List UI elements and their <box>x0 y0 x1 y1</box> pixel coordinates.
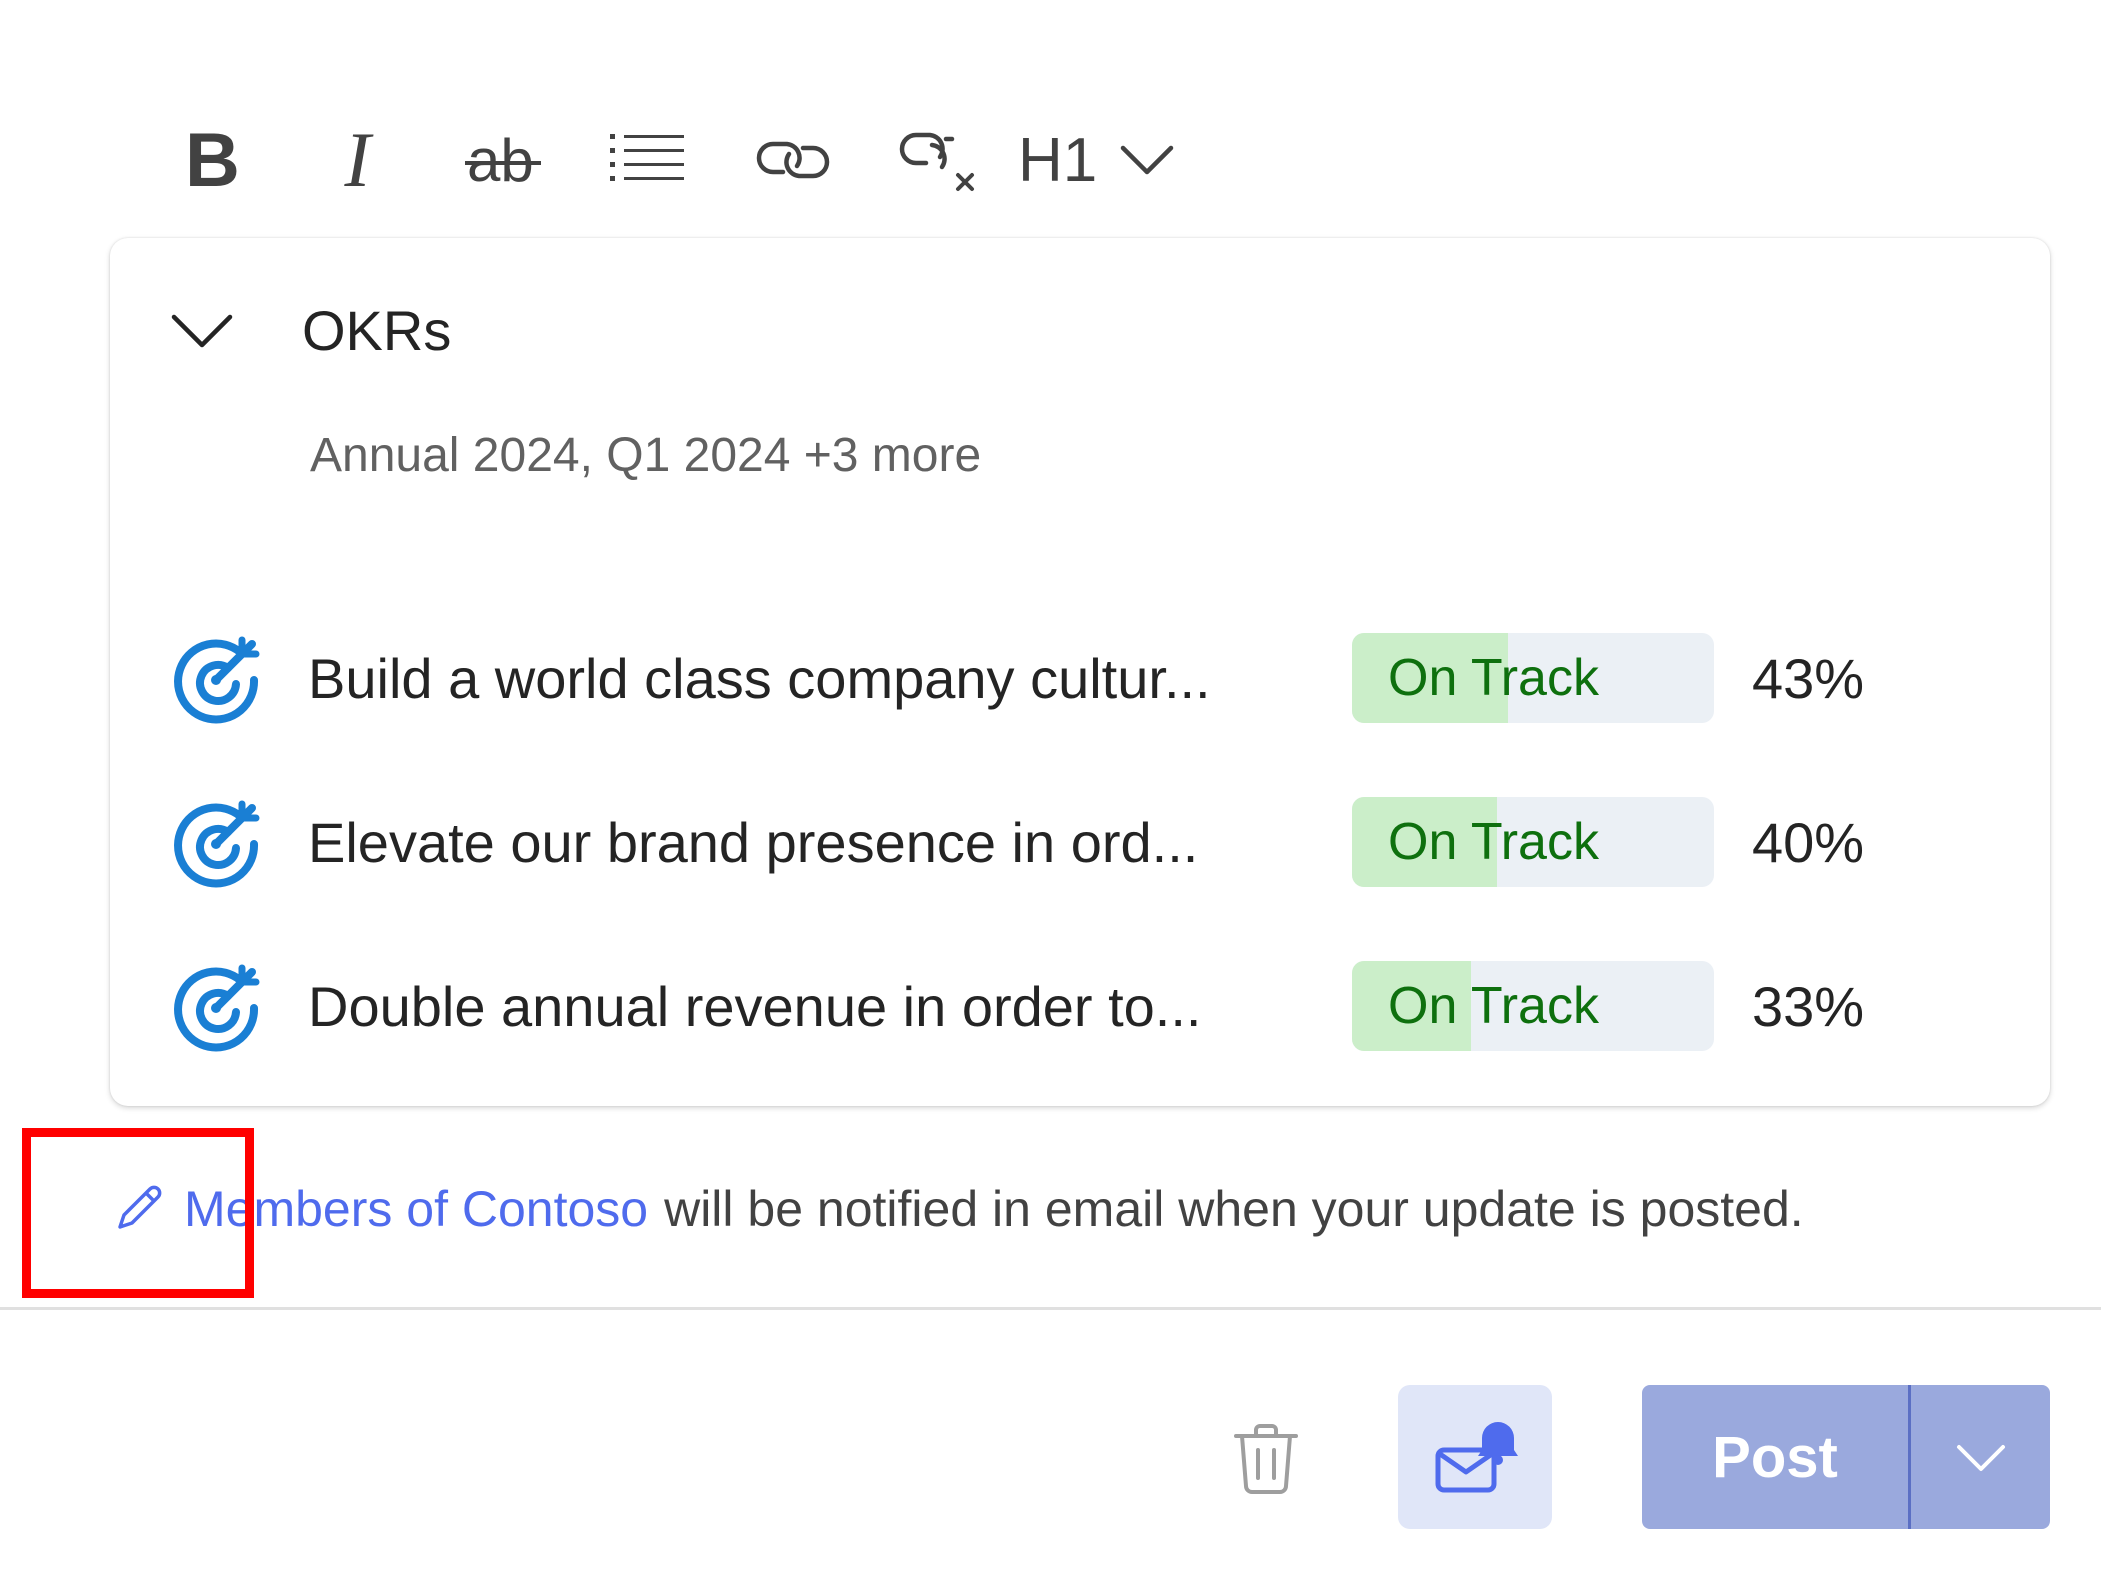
objective-target-icon <box>174 636 260 724</box>
post-split-button: Post <box>1642 1385 2050 1529</box>
mail-bell-icon <box>1435 1422 1518 1493</box>
bold-icon: B <box>185 117 240 203</box>
divider <box>0 1307 2101 1310</box>
insert-link-button[interactable] <box>720 100 865 220</box>
svg-text:ab: ab <box>467 127 534 194</box>
link-icon <box>756 141 829 179</box>
remove-link-icon <box>899 132 974 191</box>
objective-target-icon <box>174 964 260 1052</box>
chevron-down-icon <box>1956 1445 2005 1471</box>
okr-item-title: Elevate our brand presence in ord... <box>308 810 1199 874</box>
okr-card-subtitle: Annual 2024, Q1 2024 +3 more <box>310 429 982 482</box>
post-options-dropdown[interactable] <box>1911 1385 2050 1529</box>
strikethrough-icon: ab <box>464 127 541 194</box>
post-button[interactable]: Post <box>1642 1385 1908 1529</box>
okr-item[interactable]: Elevate our brand presence in ord... On … <box>170 760 2010 924</box>
progress-percent: 43% <box>1752 646 1865 710</box>
highlight-box <box>22 1128 254 1298</box>
heading-dropdown[interactable]: H1 <box>1018 100 1175 220</box>
okr-item-title: Double annual revenue in order to... <box>308 974 1202 1038</box>
status-label: On Track <box>1388 649 1599 707</box>
chevron-down-icon <box>1121 145 1174 175</box>
status-label: On Track <box>1388 813 1599 871</box>
objective-target-icon <box>174 800 260 888</box>
bold-button[interactable]: B <box>140 100 285 220</box>
okr-card-title: OKRs <box>302 299 452 362</box>
strikethrough-button[interactable]: ab <box>430 100 575 220</box>
update-composer: B I ab H1 OKRs Annual 2024, Q1 2024 +3 m… <box>0 0 2101 1584</box>
status-label: On Track <box>1388 977 1599 1035</box>
email-notification-button[interactable] <box>1398 1385 1552 1529</box>
status-progress-bar: On Track <box>1352 961 1714 1051</box>
status-progress-bar: On Track <box>1352 797 1714 887</box>
remove-link-button[interactable] <box>865 100 1010 220</box>
okr-item-title: Build a world class company cultur... <box>308 646 1211 710</box>
collapse-chevron-icon <box>171 314 233 347</box>
okr-item[interactable]: Double annual revenue in order to... On … <box>170 924 2010 1088</box>
progress-percent: 40% <box>1752 810 1865 874</box>
okr-list: Build a world class company cultur... On… <box>170 596 2010 1088</box>
bullet-list-button[interactable] <box>575 100 720 220</box>
status-progress-bar: On Track <box>1352 633 1714 723</box>
italic-button[interactable]: I <box>285 100 430 220</box>
delete-icon[interactable] <box>1228 1420 1304 1496</box>
notification-notice: Members of Contoso will be notified in e… <box>110 1180 1804 1238</box>
bullet-list-icon <box>609 134 684 181</box>
italic-icon: I <box>344 116 371 203</box>
okr-item[interactable]: Build a world class company cultur... On… <box>170 596 2010 760</box>
okr-card: OKRs Annual 2024, Q1 2024 +3 more Build … <box>110 238 2050 1106</box>
progress-percent: 33% <box>1752 974 1865 1038</box>
okr-card-header[interactable]: OKRs <box>170 298 451 363</box>
heading-label: H1 <box>1018 125 1098 195</box>
formatting-toolbar: B I ab H1 <box>140 100 1175 220</box>
notice-text: will be notified in email when your upda… <box>664 1181 1804 1237</box>
